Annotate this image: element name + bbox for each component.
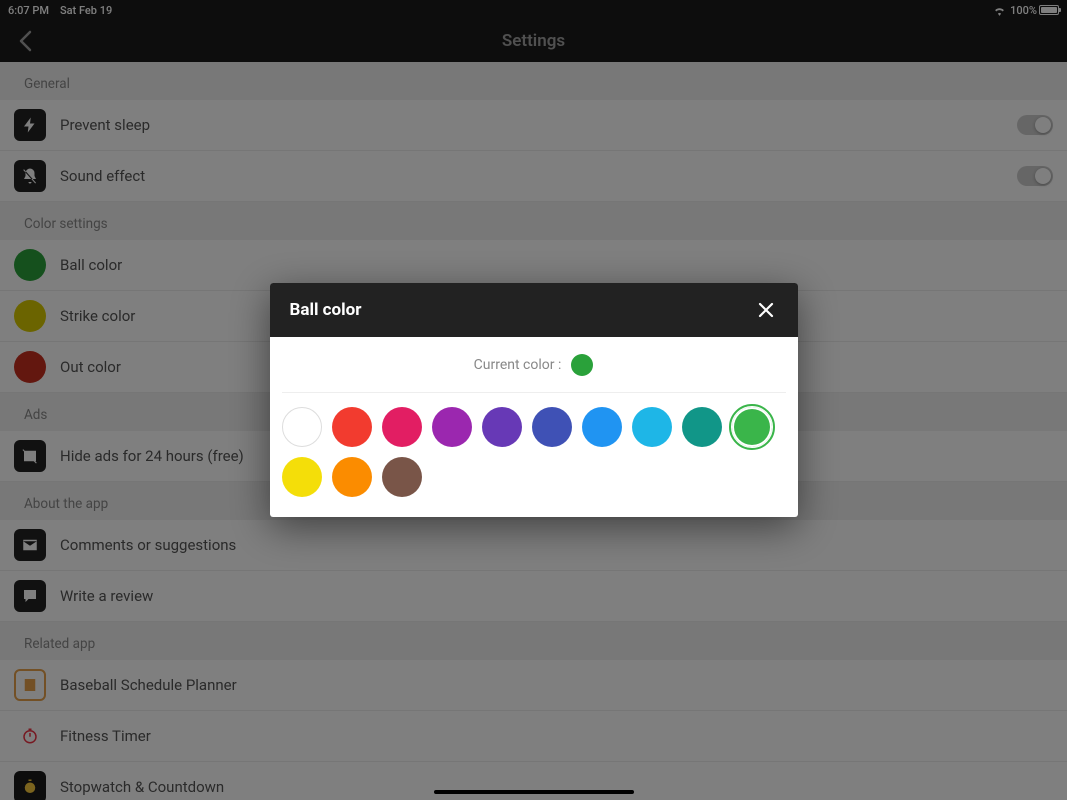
current-color-label: Current color : <box>474 357 562 373</box>
modal-body: Current color : <box>270 337 798 517</box>
current-color-swatch <box>571 354 593 376</box>
color-swatch[interactable] <box>282 407 322 447</box>
current-color-row: Current color : <box>282 337 786 393</box>
modal-overlay[interactable]: Ball color Current color : <box>0 0 1067 800</box>
color-swatch[interactable] <box>732 407 772 447</box>
color-swatch[interactable] <box>682 407 722 447</box>
home-indicator[interactable] <box>434 790 634 794</box>
color-swatch[interactable] <box>382 407 422 447</box>
color-swatch[interactable] <box>282 457 322 497</box>
modal-title: Ball color <box>290 300 754 320</box>
color-picker-modal: Ball color Current color : <box>270 283 798 517</box>
color-swatch[interactable] <box>582 407 622 447</box>
color-swatch[interactable] <box>382 457 422 497</box>
color-swatch[interactable] <box>332 407 372 447</box>
color-swatch[interactable] <box>482 407 522 447</box>
color-swatch[interactable] <box>432 407 472 447</box>
color-swatch[interactable] <box>532 407 572 447</box>
swatch-grid <box>270 393 798 497</box>
color-swatch[interactable] <box>632 407 672 447</box>
color-swatch[interactable] <box>332 457 372 497</box>
modal-header: Ball color <box>270 283 798 337</box>
close-button[interactable] <box>754 298 778 322</box>
